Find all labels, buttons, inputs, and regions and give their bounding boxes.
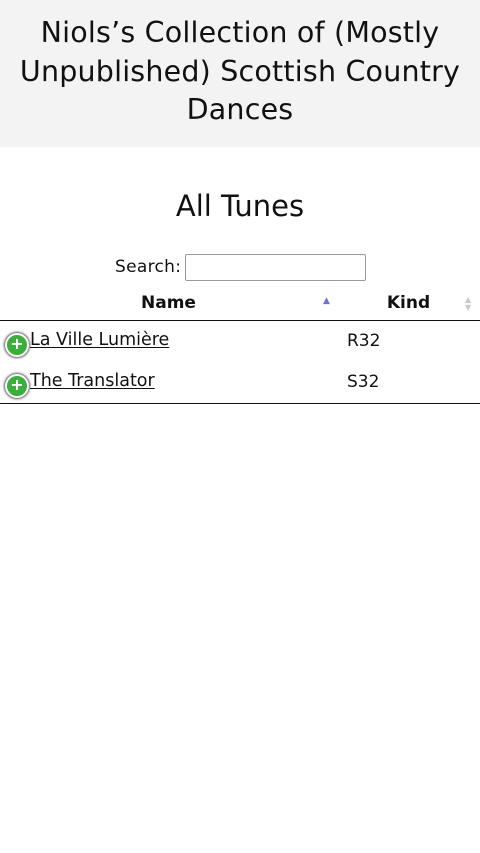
sort-down-icon: ▼: [465, 303, 472, 312]
tune-name-link[interactable]: La Ville Lumière: [30, 330, 169, 350]
plus-circle-icon[interactable]: +: [5, 333, 29, 357]
column-header-kind-label: Kind: [386, 293, 431, 313]
site-header: Niols’s Collection of (Mostly Unpublishe…: [0, 0, 480, 147]
search-row: Search:: [0, 253, 480, 281]
table-body: + La Ville Lumière R32 + The Translator …: [0, 321, 480, 404]
site-title: Niols’s Collection of (Mostly Unpublishe…: [19, 16, 461, 126]
tunes-table: Name ▲ Kind ▲ ▼ + La Ville Lumière R32 +…: [0, 287, 480, 404]
tune-kind: R32: [347, 331, 381, 351]
table-row: + The Translator S32: [0, 362, 480, 403]
sort-both-icon: ▲ ▼: [465, 296, 471, 312]
page-title: All Tunes: [175, 189, 305, 223]
plus-circle-icon[interactable]: +: [5, 374, 29, 398]
column-header-name[interactable]: Name: [0, 287, 337, 320]
column-header-name-label: Name: [141, 293, 196, 313]
table-row: + La Ville Lumière R32: [0, 321, 480, 362]
table-header: Name ▲ Kind ▲ ▼: [0, 287, 480, 321]
search-input[interactable]: [185, 253, 367, 281]
tune-name-link[interactable]: The Translator: [30, 371, 155, 391]
tune-kind: S32: [347, 372, 380, 392]
search-label: Search:: [115, 257, 182, 277]
main-content: All Tunes Search: Name ▲ Kind ▲ ▼ + La V…: [0, 147, 480, 404]
column-header-kind[interactable]: Kind: [337, 287, 480, 320]
sort-ascending-icon: ▲: [323, 296, 330, 306]
